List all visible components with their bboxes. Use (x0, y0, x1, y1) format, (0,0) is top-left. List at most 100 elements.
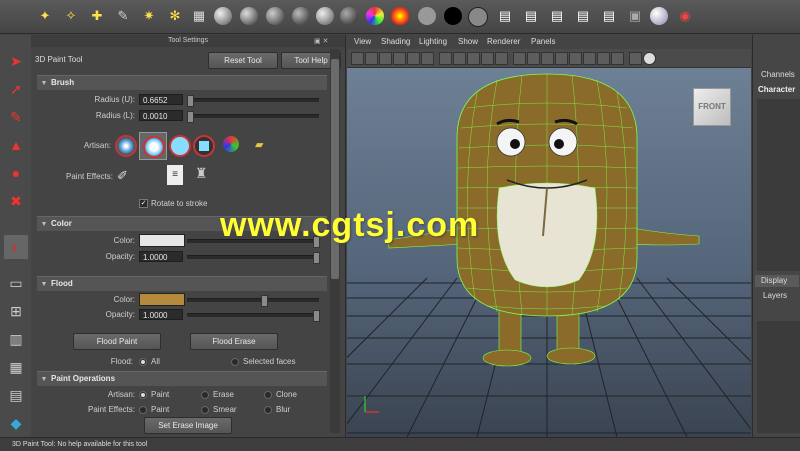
isolate-icon[interactable] (611, 52, 624, 65)
paint-icon[interactable]: ◉ (674, 5, 696, 27)
sphere-icon[interactable] (292, 7, 310, 25)
shadows-icon[interactable] (597, 52, 610, 65)
brush-section-header[interactable]: ▼ Brush (37, 75, 327, 90)
lasso-icon[interactable]: ➚ (4, 77, 28, 101)
menu-renderer[interactable]: Renderer (487, 37, 520, 46)
slider-thumb[interactable] (313, 252, 320, 264)
tab-display[interactable]: Display (755, 275, 799, 287)
gray-swatch-icon[interactable] (418, 7, 436, 25)
pfx-template-icon[interactable]: ≡ (167, 165, 183, 185)
paint-select-icon[interactable]: ✎ (4, 105, 28, 129)
ambient-occlusion-icon[interactable] (643, 52, 656, 65)
radius-l-field[interactable]: 0.0010 (139, 110, 183, 121)
clapper-icon[interactable]: ▤ (520, 5, 542, 27)
camera-attr-icon[interactable] (365, 52, 378, 65)
effects-blur-radio[interactable] (264, 406, 272, 414)
field-chart-icon[interactable] (467, 52, 480, 65)
brush-solid-icon[interactable] (169, 135, 191, 157)
layout-graph-icon[interactable]: ▤ (4, 383, 28, 407)
scale-tool-icon[interactable]: ✖ (4, 189, 28, 213)
wireframe-icon[interactable] (513, 52, 526, 65)
clapper-icon[interactable]: ▤ (598, 5, 620, 27)
grid-icon[interactable] (407, 52, 420, 65)
flood-erase-button[interactable]: Flood Erase (190, 333, 278, 350)
view-cube[interactable]: FRONT (693, 88, 731, 126)
radius-l-slider[interactable] (187, 111, 319, 123)
brush-custom-icon[interactable] (223, 136, 239, 152)
shader-ball-icon[interactable] (650, 7, 668, 25)
menu-view[interactable]: View (354, 37, 371, 46)
color-sphere-icon[interactable] (366, 7, 384, 25)
gate-mask-icon[interactable] (453, 52, 466, 65)
resolution-gate-icon[interactable] (439, 52, 452, 65)
effects-smear-radio[interactable] (201, 406, 209, 414)
bookmark-icon[interactable] (379, 52, 392, 65)
artisan-paint-radio[interactable] (139, 391, 147, 399)
folder-icon[interactable]: ▰ (255, 138, 263, 151)
safe-action-icon[interactable] (481, 52, 494, 65)
mesh-icon[interactable]: ▦ (188, 5, 210, 27)
radius-u-slider[interactable] (187, 95, 319, 107)
textured-icon[interactable] (569, 52, 582, 65)
3d-viewport[interactable]: FRONT (347, 68, 751, 437)
ramp-sphere-icon[interactable] (391, 7, 409, 25)
slider-thumb[interactable] (313, 310, 320, 322)
brush-icon[interactable]: ✎ (112, 5, 134, 27)
slider-thumb[interactable] (261, 295, 268, 307)
set-erase-image-button[interactable]: Set Erase Image (144, 417, 232, 434)
lights-icon[interactable] (583, 52, 596, 65)
smooth-shade-icon[interactable] (527, 52, 540, 65)
black-swatch-icon[interactable] (444, 7, 462, 25)
safe-title-icon[interactable] (495, 52, 508, 65)
flood-selected-radio[interactable] (231, 358, 239, 366)
flood-color-swatch[interactable] (139, 293, 185, 306)
sphere-icon[interactable] (214, 7, 232, 25)
artisan-clone-radio[interactable] (264, 391, 272, 399)
sphere-icon[interactable] (316, 7, 334, 25)
radius-u-field[interactable]: 0.6652 (139, 94, 183, 105)
burst-icon[interactable]: ✷ (138, 5, 160, 27)
color-swatch[interactable] (139, 234, 185, 247)
wireframe-on-shaded-icon[interactable] (541, 52, 554, 65)
sphere-icon[interactable] (240, 7, 258, 25)
brush-square-frame[interactable] (193, 135, 215, 157)
layout-persp-icon[interactable]: ▦ (4, 355, 28, 379)
image-plane-icon[interactable] (393, 52, 406, 65)
tab-channels[interactable]: Channels (761, 70, 795, 79)
scrollbar-thumb[interactable] (331, 59, 339, 279)
clapper-icon[interactable]: ▤ (546, 5, 568, 27)
gray-swatch-icon[interactable] (468, 7, 488, 27)
brush-gaussian-icon[interactable] (143, 136, 165, 158)
pfx-brush-icon[interactable]: ✐ (117, 168, 128, 184)
color-opacity-field[interactable]: 1.0000 (139, 251, 183, 262)
flood-color-slider[interactable] (187, 295, 319, 307)
menu-show[interactable]: Show (458, 37, 478, 46)
reset-tool-button[interactable]: Reset Tool (208, 52, 278, 69)
brush-soft-icon[interactable] (115, 135, 137, 157)
flood-section-header[interactable]: ▼ Flood (37, 276, 327, 291)
slider-thumb[interactable] (187, 95, 194, 107)
move-tool-icon[interactable]: ▲ (4, 133, 28, 157)
clapper-icon[interactable]: ▤ (572, 5, 594, 27)
3d-paint-tool-icon[interactable]: ◐ (4, 235, 28, 259)
star-icon[interactable]: ✦ (34, 5, 56, 27)
flood-all-radio[interactable] (139, 358, 147, 366)
menu-shading[interactable]: Shading (381, 37, 410, 46)
layout-hypershade-icon[interactable]: ◆ (4, 411, 28, 435)
layout-single-icon[interactable]: ▭ (4, 271, 28, 295)
hq-render-icon[interactable] (629, 52, 642, 65)
sphere-icon[interactable] (340, 7, 358, 25)
pfx-bucket-icon[interactable]: ♜ (195, 165, 208, 182)
slider-thumb[interactable] (187, 111, 194, 123)
sphere-icon[interactable] (266, 7, 284, 25)
clapper-icon[interactable]: ▤ (494, 5, 516, 27)
flood-opacity-slider[interactable] (187, 310, 320, 322)
select-arrow-icon[interactable]: ➤ (4, 49, 28, 73)
layout-split-icon[interactable]: ▥ (4, 327, 28, 351)
rotate-to-stroke-checkbox[interactable]: ✓ (139, 199, 148, 208)
film-gate-icon[interactable] (421, 52, 434, 65)
color-opacity-slider[interactable] (187, 252, 320, 264)
menu-panels[interactable]: Panels (531, 37, 555, 46)
panel-controls[interactable]: ▣ ✕ (314, 37, 328, 45)
flower-icon[interactable]: ✻ (164, 5, 186, 27)
